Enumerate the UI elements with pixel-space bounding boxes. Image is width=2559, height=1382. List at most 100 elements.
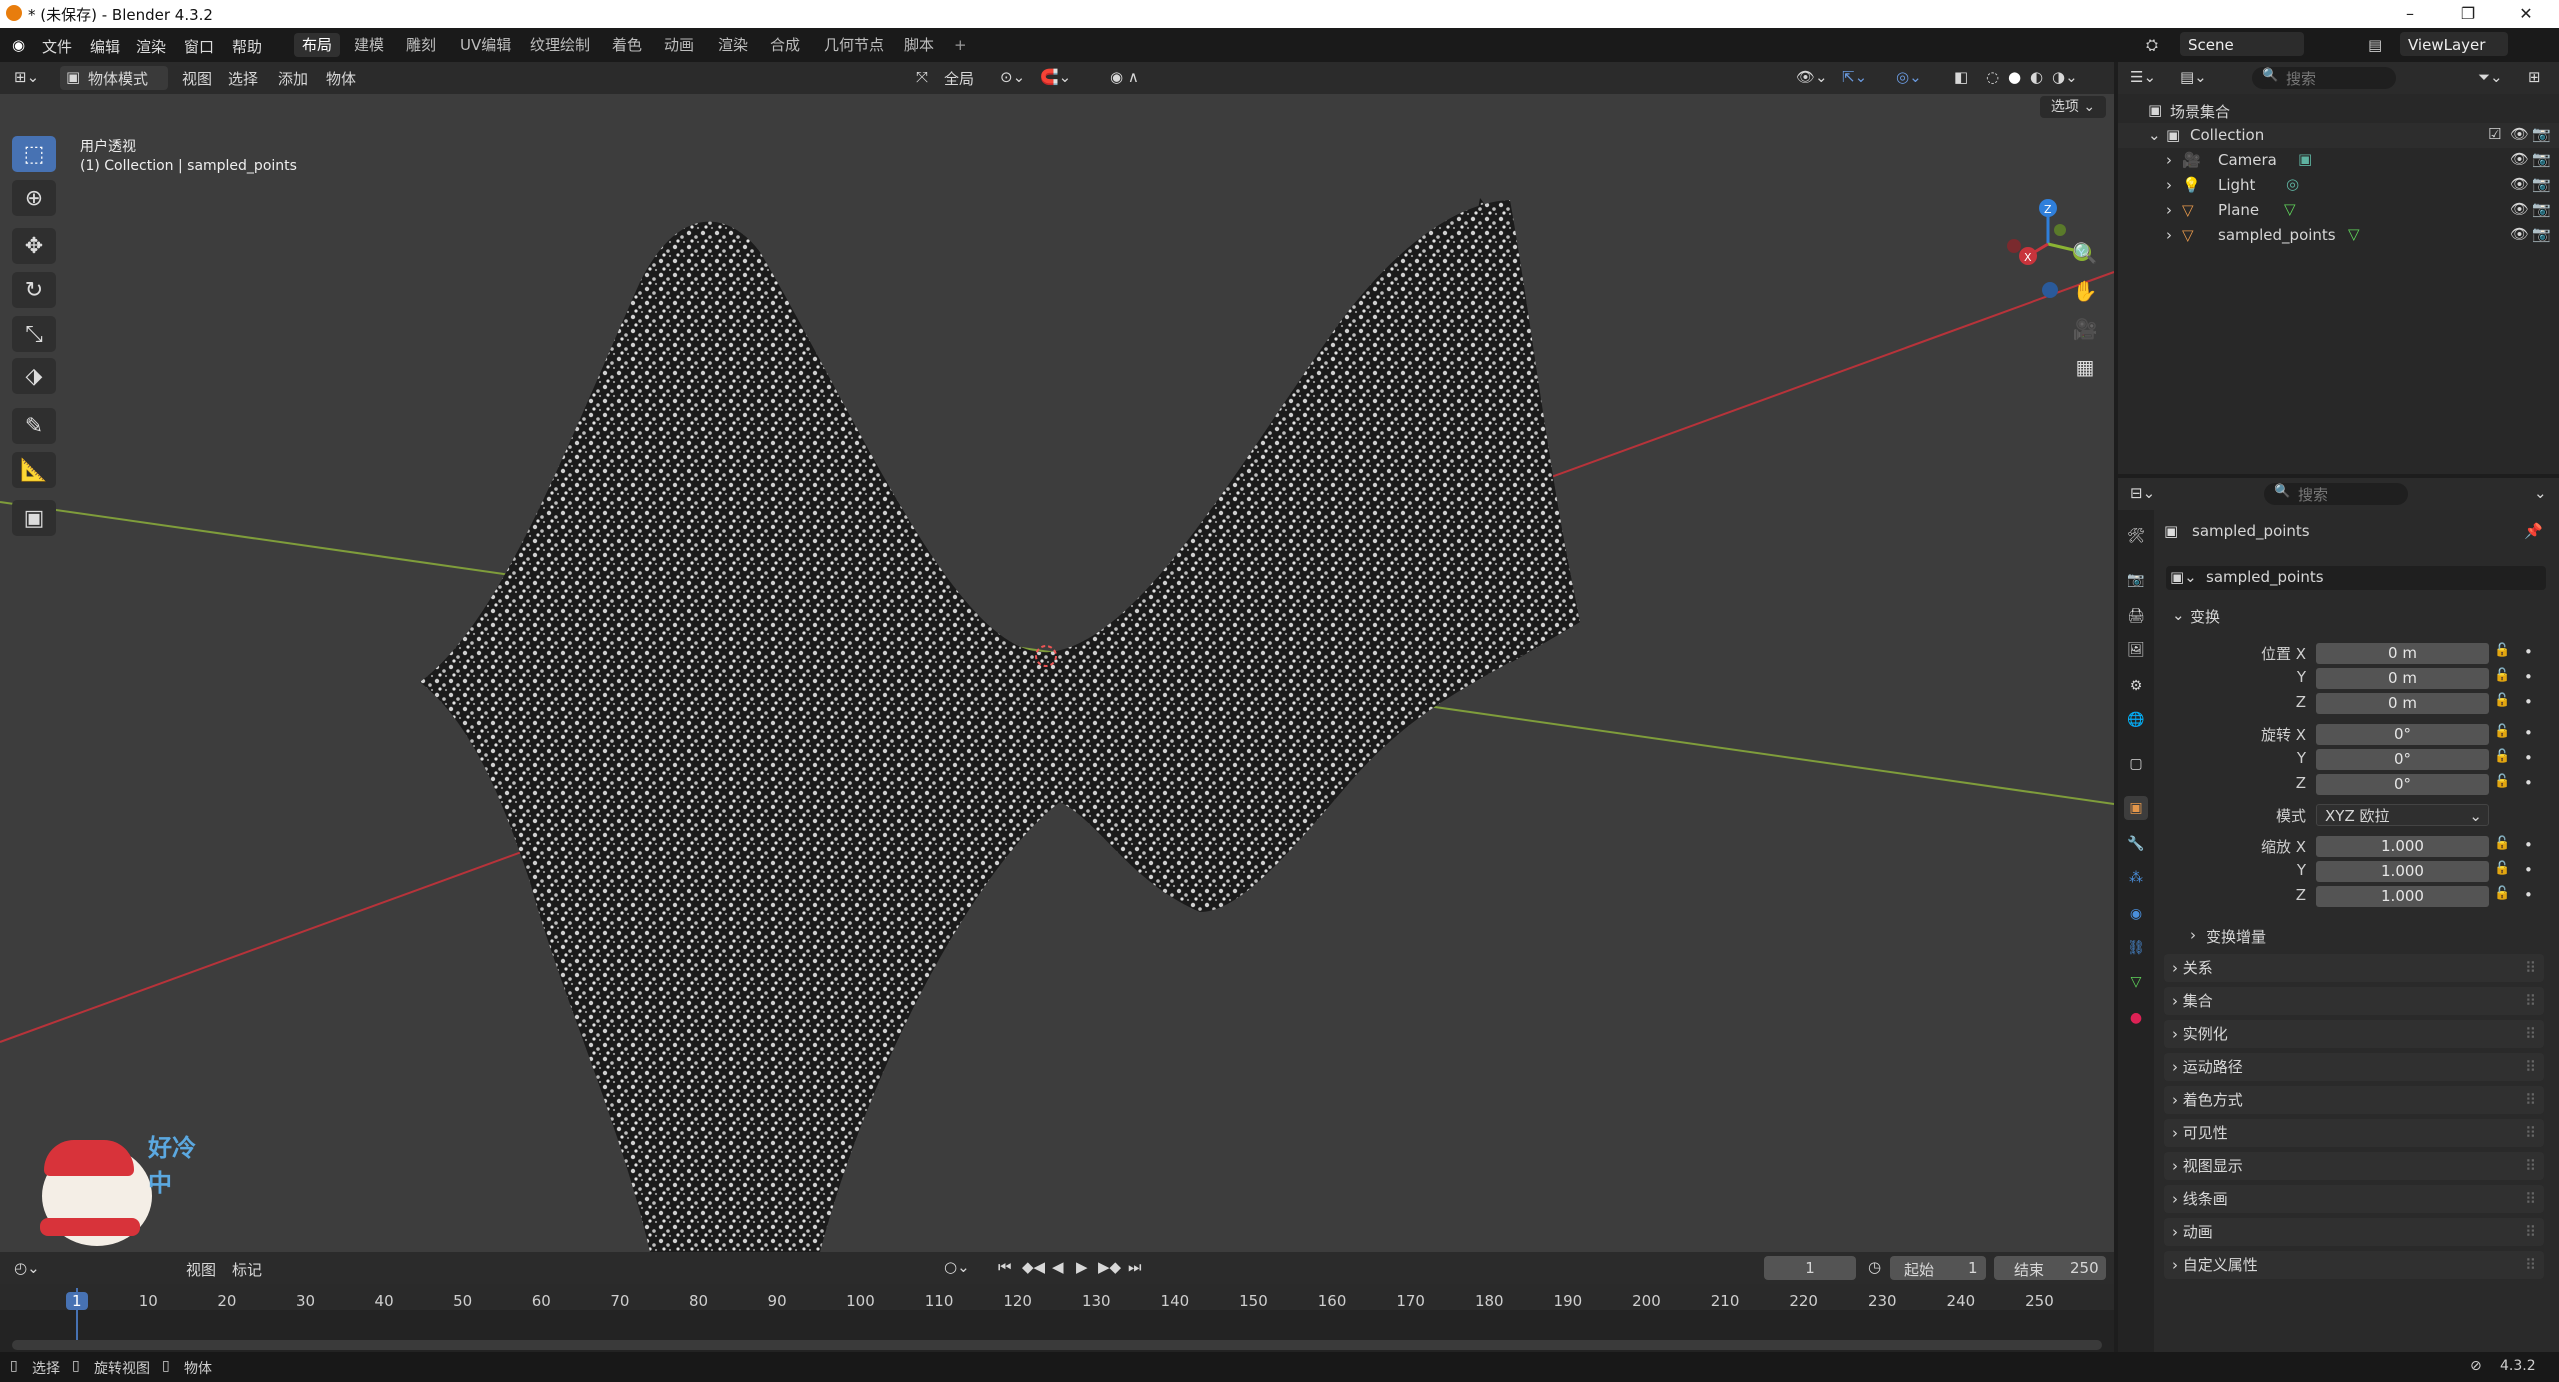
- add-cube-tool-icon[interactable]: ▣: [12, 500, 56, 536]
- lock-icon[interactable]: 🔓: [2494, 724, 2510, 739]
- panel-9[interactable]: › 自定义属性 ⠿: [2164, 1251, 2544, 1279]
- keyframe-dot-icon[interactable]: •: [2524, 693, 2533, 711]
- object-mode-dropdown[interactable]: 物体模式: [88, 68, 148, 89]
- lock-icon[interactable]: 🔓: [2494, 774, 2510, 789]
- outliner-row-scene-collection[interactable]: ▣ 场景集合: [2118, 98, 2559, 123]
- tab-texture-paint[interactable]: 纹理绘制: [522, 33, 598, 57]
- data-tab-icon[interactable]: ▽: [2124, 970, 2148, 994]
- scale-y-field[interactable]: 1.000: [2316, 861, 2489, 882]
- drag-handle-icon[interactable]: ⠿: [2525, 1152, 2536, 1180]
- lock-icon[interactable]: 🔓: [2494, 643, 2510, 658]
- tab-shading[interactable]: 着色: [604, 33, 650, 57]
- solid-shading-icon[interactable]: ●: [2008, 68, 2021, 86]
- xray-icon[interactable]: ◧: [1954, 68, 1968, 86]
- drag-handle-icon[interactable]: ⠿: [2525, 1020, 2536, 1048]
- outliner-search-input[interactable]: 搜索: [2286, 68, 2316, 89]
- zoom-icon[interactable]: 🔍: [2068, 236, 2102, 270]
- eye-icon[interactable]: 👁: [2510, 225, 2529, 243]
- timeline-editor-icon[interactable]: ◴⌄: [14, 1259, 40, 1277]
- collection-tab-icon[interactable]: ▢: [2124, 752, 2148, 776]
- panel-0[interactable]: › 关系 ⠿: [2164, 954, 2544, 982]
- view-layer-tab-icon[interactable]: 🖼: [2124, 638, 2148, 662]
- select-box-tool-icon[interactable]: ⬚: [12, 136, 56, 172]
- outliner-row-camera[interactable]: › 🎥 Camera ▣ 👁 📷: [2118, 148, 2559, 173]
- move-tool-icon[interactable]: ✥: [12, 228, 56, 264]
- end-frame-field[interactable]: 250: [2070, 1259, 2099, 1277]
- gizmo-icon[interactable]: ⇱⌄: [1842, 68, 1867, 86]
- outliner-editor-icon[interactable]: ☰⌄: [2130, 68, 2156, 86]
- expand-icon[interactable]: ›: [2166, 176, 2172, 194]
- timeline-scrollbar[interactable]: [12, 1340, 2102, 1350]
- panel-expand-icon[interactable]: ›: [2172, 1190, 2183, 1208]
- jump-start-icon[interactable]: ⏮: [998, 1258, 1012, 1276]
- prev-keyframe-icon[interactable]: ◆◀: [1022, 1258, 1045, 1276]
- perspective-grid-icon[interactable]: ▦: [2068, 350, 2102, 384]
- outliner-row-plane[interactable]: › ▽ Plane ▽ 👁 📷: [2118, 198, 2559, 223]
- menu-render[interactable]: 渲染: [136, 36, 166, 57]
- exclude-checkbox[interactable]: ☑: [2488, 125, 2501, 143]
- add-workspace-button[interactable]: +: [946, 33, 975, 57]
- panel-expand-icon[interactable]: ›: [2172, 1091, 2183, 1109]
- panel-1[interactable]: › 集合 ⠿: [2164, 987, 2544, 1015]
- new-collection-icon[interactable]: ⊞: [2528, 68, 2541, 86]
- panel-5[interactable]: › 可见性 ⠿: [2164, 1119, 2544, 1147]
- panel-expand-icon[interactable]: ›: [2172, 1025, 2183, 1043]
- wireframe-shading-icon[interactable]: ◌: [1986, 68, 1999, 86]
- maximize-button[interactable]: ❐: [2448, 2, 2488, 26]
- tool-tab-icon[interactable]: 🛠: [2124, 524, 2148, 548]
- rotation-y-field[interactable]: 0°: [2316, 749, 2489, 770]
- rotation-z-field[interactable]: 0°: [2316, 774, 2489, 795]
- snap-icon[interactable]: 🧲⌄: [1040, 68, 1071, 86]
- object-datablock-icon[interactable]: ▣⌄: [2170, 568, 2197, 586]
- panel-expand-icon[interactable]: ›: [2172, 1223, 2183, 1241]
- eye-icon[interactable]: 👁: [2510, 175, 2529, 193]
- particles-tab-icon[interactable]: ⁂: [2124, 866, 2148, 890]
- close-button[interactable]: ✕: [2506, 2, 2546, 26]
- rotation-mode-dropdown[interactable]: XYZ 欧拉 ⌄: [2316, 804, 2489, 826]
- panel-expand-icon[interactable]: ›: [2172, 1157, 2183, 1175]
- camera-render-icon[interactable]: 📷: [2532, 125, 2551, 143]
- camera-render-icon[interactable]: 📷: [2532, 150, 2551, 168]
- lock-icon[interactable]: 🔓: [2494, 886, 2510, 901]
- cursor-tool-icon[interactable]: ⊕: [12, 180, 56, 216]
- outliner-row-light[interactable]: › 💡 Light ◎ 👁 📷: [2118, 173, 2559, 198]
- panel-8[interactable]: › 动画 ⠿: [2164, 1218, 2544, 1246]
- pin-icon[interactable]: 📌: [2524, 522, 2543, 540]
- drag-handle-icon[interactable]: ⠿: [2525, 1218, 2536, 1246]
- panel-expand-icon[interactable]: ›: [2172, 1124, 2183, 1142]
- tab-layout[interactable]: 布局: [294, 33, 341, 57]
- scene-icon[interactable]: ⛭: [2146, 36, 2158, 54]
- minimize-button[interactable]: –: [2390, 2, 2430, 26]
- tab-scripting[interactable]: 脚本: [896, 33, 942, 57]
- tab-uv-editing[interactable]: UV编辑: [452, 33, 519, 57]
- tab-rendering[interactable]: 渲染: [710, 33, 756, 57]
- play-icon[interactable]: ▶: [1076, 1258, 1088, 1276]
- panel-4[interactable]: › 着色方式 ⠿: [2164, 1086, 2544, 1114]
- visibility-icon[interactable]: 👁⌄: [1796, 68, 1828, 86]
- keyframe-dot-icon[interactable]: •: [2524, 886, 2533, 904]
- object-tab-icon[interactable]: ▣: [2124, 796, 2148, 820]
- transform-orientation-icon[interactable]: ⤧: [916, 68, 928, 86]
- camera-render-icon[interactable]: 📷: [2532, 225, 2551, 243]
- scene-tab-icon[interactable]: ⚙: [2124, 674, 2148, 698]
- camera-data-icon[interactable]: ▣: [2298, 150, 2312, 168]
- properties-options-icon[interactable]: ⌄: [2534, 484, 2547, 502]
- filter-icon[interactable]: ⏷⌄: [2478, 68, 2503, 86]
- modifier-tab-icon[interactable]: 🔧: [2124, 832, 2148, 856]
- drag-handle-icon[interactable]: ⠿: [2525, 1251, 2536, 1279]
- camera-render-icon[interactable]: 📷: [2532, 200, 2551, 218]
- lock-icon[interactable]: 🔓: [2494, 668, 2510, 683]
- transform-panel-header[interactable]: 变换: [2190, 606, 2220, 627]
- keyframe-dot-icon[interactable]: •: [2524, 749, 2533, 767]
- location-x-field[interactable]: 0 m: [2316, 643, 2489, 664]
- eye-icon[interactable]: 👁: [2510, 200, 2529, 218]
- scale-tool-icon[interactable]: ⤡: [12, 316, 56, 352]
- output-tab-icon[interactable]: 🖨: [2124, 604, 2148, 628]
- keyframe-dot-icon[interactable]: •: [2524, 774, 2533, 792]
- panel-expand-icon[interactable]: ›: [2172, 1256, 2183, 1274]
- drag-handle-icon[interactable]: ⠿: [2525, 1185, 2536, 1213]
- drag-handle-icon[interactable]: ⠿: [2525, 1086, 2536, 1114]
- panel-6[interactable]: › 视图显示 ⠿: [2164, 1152, 2544, 1180]
- panel-7[interactable]: › 线条画 ⠿: [2164, 1185, 2544, 1213]
- delta-transform-subpanel[interactable]: 变换增量: [2206, 926, 2266, 947]
